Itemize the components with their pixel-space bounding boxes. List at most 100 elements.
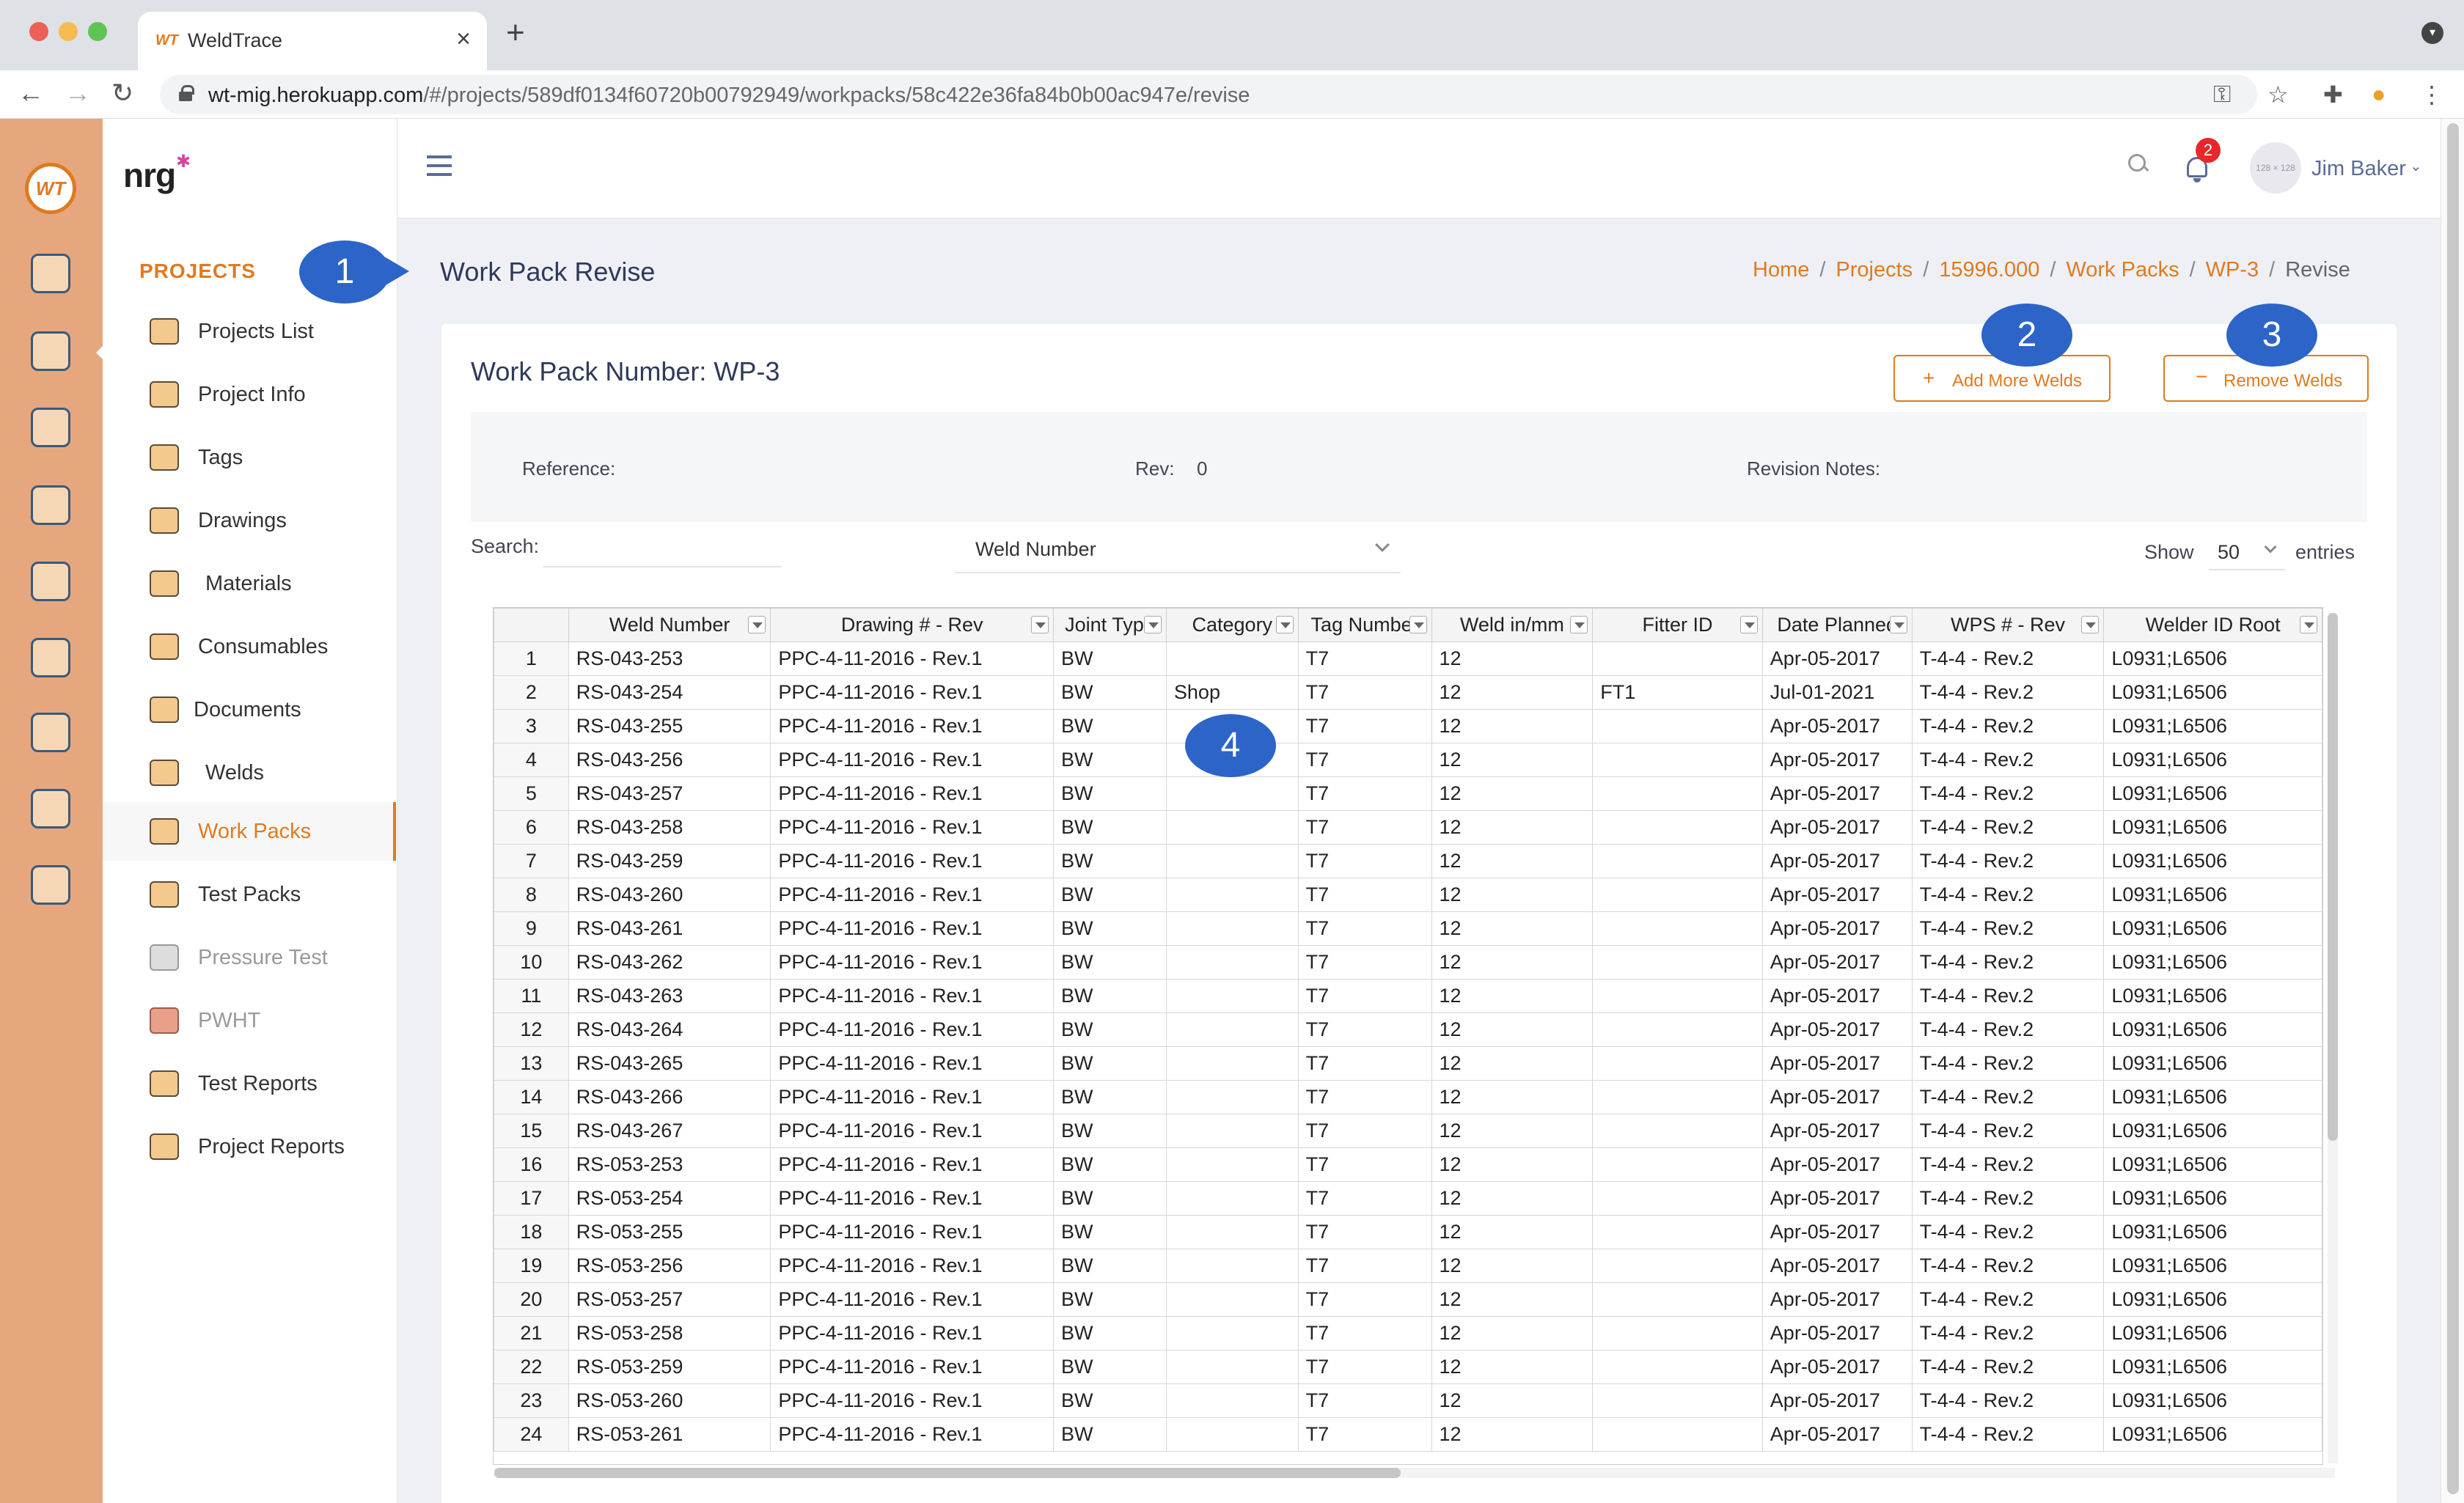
sidenav-item-materials[interactable]: Materials [103,554,396,613]
table-row[interactable]: 2 RS-043-254 PPC-4-11-2016 - Rev.1 BW Shop T7… [494,675,2322,710]
table-row[interactable]: 8 RS-043-260 PPC-4-11-2016 - Rev.1 BW T7 12 Ap… [494,878,2322,912]
profile-icon[interactable]: ● [2372,81,2386,108]
folder-gear-icon[interactable] [31,331,106,371]
avatar[interactable]: 128 × 128 [2250,142,2301,194]
new-tab-icon[interactable]: + [506,15,525,51]
table-row[interactable]: 19 RS-053-256 PPC-4-11-2016 - Rev.1 BW T7 12 A… [494,1249,2322,1283]
column-header[interactable]: Welder ID Root [2103,608,2322,642]
scrollbar-thumb[interactable] [494,1468,1401,1478]
table-row[interactable]: 18 RS-053-255 PPC-4-11-2016 - Rev.1 BW T7 12 A… [494,1215,2322,1249]
address-bar[interactable]: wt-mig.herokuapp.com/#/projects/589df013… [160,75,2257,114]
sidenav-item-drawings[interactable]: Drawings [103,491,396,550]
table-row[interactable]: 14 RS-043-266 PPC-4-11-2016 - Rev.1 BW T7 12 A… [494,1080,2322,1114]
table-row[interactable]: 23 RS-053-260 PPC-4-11-2016 - Rev.1 BW T7 12 A… [494,1383,2322,1418]
column-filter-icon[interactable] [1739,616,1758,633]
breadcrumb-work-packs[interactable]: Work Packs [2066,258,2179,282]
tab-close-icon[interactable]: × [456,25,471,54]
whiteboard-icon[interactable] [31,638,70,677]
sidenav-item-projects-list[interactable]: Projects List [103,302,396,361]
bookmark-star-icon[interactable]: ☆ [2267,81,2289,109]
search-column-select[interactable]: Weld Number [955,532,1401,573]
column-header[interactable]: WPS # - Rev [1911,608,2105,642]
table-row[interactable]: 3 RS-043-255 PPC-4-11-2016 - Rev.1 BW T7 12 Ap… [494,709,2322,743]
table-row[interactable]: 12 RS-043-264 PPC-4-11-2016 - Rev.1 BW T7 12 A… [494,1013,2322,1047]
column-filter-icon[interactable] [1275,616,1294,633]
table-row[interactable]: 11 RS-043-263 PPC-4-11-2016 - Rev.1 BW T7 12 A… [494,979,2322,1013]
table-row[interactable]: 1 RS-043-253 PPC-4-11-2016 - Rev.1 BW T7 12 Ap… [494,642,2322,676]
breadcrumb-wp[interactable]: WP-3 [2206,258,2259,282]
sidenav-item-pressure-test[interactable]: Pressure Test [103,928,396,987]
sidenav-item-work-packs[interactable]: Work Packs [103,802,396,861]
table-row[interactable]: 17 RS-053-254 PPC-4-11-2016 - Rev.1 BW T7 12 A… [494,1181,2322,1216]
column-filter-icon[interactable] [1143,616,1162,633]
welds-table-container[interactable]: Weld Number Drawing # - Rev Joint Type Cate… [493,607,2323,1465]
table-row[interactable]: 10 RS-043-262 PPC-4-11-2016 - Rev.1 BW T7 12 A… [494,945,2322,980]
column-filter-icon[interactable] [748,616,766,633]
sidenav-item-documents[interactable]: Documents [103,680,396,739]
search-icon[interactable] [2128,154,2149,174]
key-icon[interactable]: ⚿ [2213,81,2231,109]
badge-icon[interactable] [31,865,70,905]
user-name[interactable]: Jim Baker [2311,157,2406,181]
table-row[interactable]: 6 RS-043-258 PPC-4-11-2016 - Rev.1 BW T7 12 Ap… [494,810,2322,845]
column-filter-icon[interactable] [1409,616,1427,633]
sidenav-item-welds[interactable]: Welds [103,743,396,802]
search-input[interactable] [543,532,782,567]
table-row[interactable]: 16 RS-053-253 PPC-4-11-2016 - Rev.1 BW T7 12 A… [494,1147,2322,1182]
weldtrace-logo[interactable]: WT [25,163,76,214]
table-vertical-scrollbar[interactable] [2328,613,2338,1463]
extensions-puzzle-icon[interactable]: ✚ [2323,81,2343,109]
page-vertical-scrollbar[interactable] [2441,119,2464,1503]
column-header[interactable]: Weld in/mm [1431,608,1594,642]
hamburger-menu-icon[interactable] [427,155,452,176]
column-header[interactable]: Fitter ID [1592,608,1763,642]
table-row[interactable]: 24 RS-053-261 PPC-4-11-2016 - Rev.1 BW T7 12 A… [494,1417,2322,1452]
column-header[interactable]: Drawing # - Rev [770,608,1055,642]
table-row[interactable]: 13 RS-043-265 PPC-4-11-2016 - Rev.1 BW T7 12 A… [494,1046,2322,1081]
scrollbar-thumb[interactable] [2328,613,2338,1141]
org-chart-icon[interactable] [31,562,70,601]
table-row[interactable]: 7 RS-043-259 PPC-4-11-2016 - Rev.1 BW T7 12 Ap… [494,844,2322,878]
reload-icon[interactable]: ↻ [111,78,133,109]
breadcrumb-projects[interactable]: Projects [1836,258,1913,282]
table-row[interactable]: 22 RS-053-259 PPC-4-11-2016 - Rev.1 BW T7 12 A… [494,1350,2322,1384]
table-row[interactable]: 9 RS-043-261 PPC-4-11-2016 - Rev.1 BW T7 12 Ap… [494,911,2322,946]
tab-search-chevron-icon[interactable]: ▾ [2421,22,2443,44]
chevron-down-icon[interactable]: ⌄ [2410,157,2422,175]
column-filter-icon[interactable] [1889,616,1907,633]
entries-per-page-select[interactable]: 50 [2209,532,2285,570]
column-header[interactable]: Joint Type [1053,608,1167,642]
column-header[interactable]: Date Planned [1761,608,1913,642]
breadcrumb-project-number[interactable]: 15996.000 [1939,258,2039,282]
window-close-button[interactable] [29,22,48,41]
table-row[interactable]: 21 RS-053-258 PPC-4-11-2016 - Rev.1 BW T7 12 A… [494,1316,2322,1351]
sidenav-item-test-reports[interactable]: Test Reports [103,1054,396,1113]
sidenav-item-project-reports[interactable]: Project Reports [103,1117,396,1176]
window-minimize-button[interactable] [59,22,78,41]
table-horizontal-scrollbar[interactable] [494,1468,2335,1478]
scrollbar-thumb[interactable] [2447,123,2459,1494]
table-row[interactable]: 4 RS-043-256 PPC-4-11-2016 - Rev.1 BW T7 12 Ap… [494,743,2322,777]
column-filter-icon[interactable] [1570,616,1588,633]
checklist-icon[interactable] [31,789,70,828]
column-filter-icon[interactable] [2081,616,2100,633]
welder-icon[interactable] [31,485,70,525]
column-filter-icon[interactable] [2300,616,2317,633]
window-zoom-button[interactable] [88,22,107,41]
monitor-icon[interactable] [31,254,70,293]
browser-menu-icon[interactable]: ⋮ [2420,81,2443,109]
table-row[interactable]: 20 RS-053-257 PPC-4-11-2016 - Rev.1 BW T7 12 A… [494,1282,2322,1317]
team-icon[interactable] [31,713,70,752]
column-filter-icon[interactable] [1031,616,1049,633]
sidenav-item-project-info[interactable]: Project Info [103,365,396,424]
column-header[interactable]: Weld Number [568,608,771,642]
sidenav-item-consumables[interactable]: Consumables [103,617,396,676]
forward-arrow-icon[interactable]: → [65,78,91,109]
back-arrow-icon[interactable]: ← [18,78,44,109]
column-header[interactable]: Tag Number [1297,608,1432,642]
browser-tab[interactable]: WT WeldTrace × [138,12,487,70]
table-row[interactable]: 15 RS-043-267 PPC-4-11-2016 - Rev.1 BW T7 12 A… [494,1114,2322,1148]
add-more-welds-button[interactable]: + Add More Welds [1893,355,2111,402]
breadcrumb-home[interactable]: Home [1753,258,1809,282]
table-row[interactable]: 5 RS-043-257 PPC-4-11-2016 - Rev.1 BW T7 12 Ap… [494,776,2322,811]
